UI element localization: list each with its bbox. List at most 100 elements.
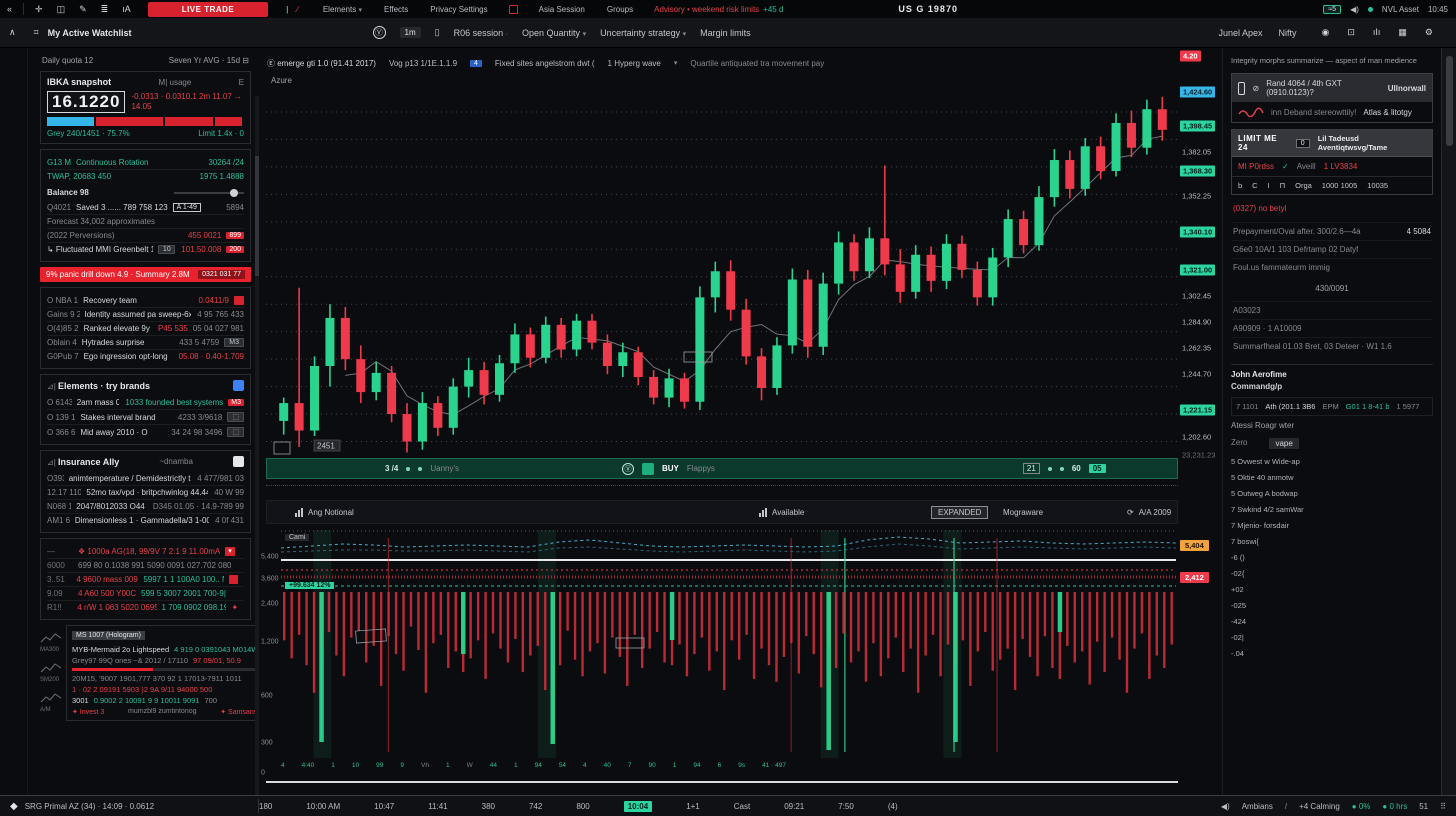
link-nifty[interactable]: Nifty bbox=[1278, 28, 1296, 38]
list-item[interactable]: -025 bbox=[1231, 599, 1433, 612]
list-row[interactable]: O393animtemperature / Demidestrictly tri… bbox=[47, 471, 244, 485]
quantity-selector[interactable]: Open Quantity ▾ bbox=[522, 28, 586, 38]
list-item[interactable]: 5 Oktie 40 anmotw bbox=[1231, 471, 1433, 484]
list-item[interactable]: -6 () bbox=[1231, 551, 1433, 564]
symbol-title[interactable]: Ⓔ emerge gti 1.0 (91.41 2017) bbox=[267, 58, 376, 69]
position-status-bar[interactable]: 3 /4 Uanny's Ⓥ BUY Flappys 21 60 05 bbox=[266, 458, 1178, 479]
ambient-label[interactable]: Ambians bbox=[1242, 802, 1273, 811]
grid-icon[interactable]: ⠿ bbox=[1440, 802, 1446, 811]
balance-slider[interactable] bbox=[174, 192, 244, 194]
list-item[interactable]: -.04 bbox=[1231, 647, 1433, 660]
list-item[interactable]: +02 bbox=[1231, 583, 1433, 596]
blue-checkbox[interactable] bbox=[233, 380, 244, 391]
list-row[interactable]: O 139 1Stakes interval brand4233 3/9618⬚ bbox=[47, 409, 244, 424]
chevron-down-icon[interactable]: ▾ bbox=[674, 59, 678, 67]
list-row[interactable]: O NBA 1Recovery team0.0411/9 bbox=[47, 293, 244, 307]
list-row[interactable]: O 366 6Mid away 2010 · O34 24 98 3496⬚ bbox=[47, 424, 244, 439]
list-item[interactable]: -02| bbox=[1231, 631, 1433, 644]
menu-elements[interactable]: Elements ▾ bbox=[323, 5, 362, 14]
timeframe-label[interactable]: 1 Hyperg wave bbox=[608, 59, 661, 68]
candlestick-chart[interactable]: 2451 bbox=[266, 90, 1178, 458]
list-item[interactable]: -02{ bbox=[1231, 567, 1433, 580]
strategy-info-row[interactable]: 7 1101Ath (201.1 3B6EPMG01 1 8-41 b1 597… bbox=[1231, 397, 1433, 416]
menu-groups[interactable]: Groups bbox=[607, 5, 633, 14]
form-row[interactable]: Summarfheal 01.03 Bret, 03 Deteer · W1 1… bbox=[1231, 337, 1433, 355]
session-selector[interactable]: R06 session · bbox=[454, 28, 508, 38]
form-row[interactable]: Prepayment/Oval after. 300/2.6—4a4 5084 bbox=[1231, 222, 1433, 240]
broker-row-primary[interactable]: ⊘ Rand 4064 / 4th GXT (0910.0123)? Ullno… bbox=[1232, 74, 1432, 102]
list-row[interactable]: G13 MContinuous Rotation30264 /24 bbox=[47, 155, 244, 169]
text-segment: M3 bbox=[224, 338, 244, 347]
speaker-icon[interactable]: ◀) bbox=[1350, 5, 1359, 14]
form-row[interactable]: A90909 · 1 A10009 bbox=[1231, 319, 1433, 337]
indicator-header-item[interactable]: Mograware bbox=[1003, 508, 1043, 517]
tab-limit[interactable]: LIMIT ME 24 bbox=[1238, 134, 1288, 152]
link-apex[interactable]: Junel Apex bbox=[1218, 28, 1262, 38]
text-segment: 700 bbox=[204, 696, 217, 705]
list-row[interactable]: G0Pub 7Ego ingression opt-long05.08 · 0.… bbox=[47, 349, 244, 363]
risk-alert-banner[interactable]: 9% panic drill down 4.9 · Summary 2.8M 0… bbox=[40, 267, 251, 282]
collapse-icon[interactable]: « bbox=[0, 4, 19, 14]
list-row[interactable]: Gains 9 2Identity assumed pa sweep-6x94 … bbox=[47, 307, 244, 321]
list-item[interactable]: 7 boswi{ bbox=[1231, 535, 1433, 548]
chevron-up-icon[interactable]: ∧ bbox=[0, 27, 25, 38]
list-item[interactable]: 5 Ovwest w Wide-ap bbox=[1231, 455, 1433, 468]
alert-checkbox-icon[interactable] bbox=[509, 5, 518, 14]
volume-indicator-chart[interactable] bbox=[281, 530, 1176, 758]
form-row[interactable]: A03023 bbox=[1231, 301, 1433, 319]
watchlist-grid-icon[interactable]: ⌗ bbox=[25, 27, 48, 38]
list-item[interactable]: 7 Mjenio- forsdair bbox=[1231, 519, 1433, 532]
indicator-header-item[interactable]: ⟳A/A 2009 bbox=[1127, 508, 1171, 517]
live-trade-button[interactable]: LIVE TRADE bbox=[148, 2, 269, 17]
list-row[interactable]: Forecast 34,002 approximates bbox=[47, 214, 244, 228]
form-row[interactable]: Foul.us fammateurm immig bbox=[1231, 258, 1433, 276]
time-axis[interactable]: 18010:00 AM10:4711:4138074280010:041+1Ca… bbox=[259, 801, 1184, 812]
speaker-icon[interactable]: ◀) bbox=[1221, 802, 1230, 811]
list-item[interactable]: 5 Outweg A bodwap bbox=[1231, 487, 1433, 500]
daily-quota-label[interactable]: Daily quota 12 bbox=[42, 56, 93, 65]
list-row[interactable]: AM1 6Dimensionless 1 · Gammadella/3 1-00… bbox=[47, 513, 244, 527]
list-row[interactable]: 12.17 11052mo tax/vpd · britpchwinlog 44… bbox=[47, 485, 244, 499]
list-row[interactable]: O(4)85 2Ranked elevate 9yP45 53505 04 02… bbox=[47, 321, 244, 335]
tab-advanced[interactable]: Lil Tadeusd Aventiqtwsvg/Tame bbox=[1318, 134, 1426, 152]
corner-label[interactable]: E bbox=[239, 78, 244, 87]
account-name[interactable]: NVL Asset bbox=[1382, 5, 1419, 14]
right-scrollbar[interactable] bbox=[1441, 48, 1456, 795]
news-card[interactable]: MS 1007 (Hologram) MYB-Mermaid 2o Lights… bbox=[66, 625, 259, 721]
list-row[interactable]: 9.094 A60 500 Y00C599 5 3007 2001 700-9| bbox=[47, 586, 244, 600]
list-row[interactable]: —❖ 1000a AG(18, 99/9V 7 2.1 9 11.00mA▾ bbox=[47, 544, 244, 558]
indicator-header-item[interactable]: Available bbox=[759, 508, 804, 517]
menu-asia-session[interactable]: Asia Session bbox=[539, 5, 585, 14]
strategy-selector[interactable]: Uncertainty strategy ▾ bbox=[600, 28, 686, 38]
list-row[interactable]: N068 12047/8012033 O44 1D345 01.05 · 14.… bbox=[47, 499, 244, 513]
list-row[interactable]: ↳ Fluctuated MMI Greenbelt 1210101.50.00… bbox=[47, 242, 244, 256]
form-row[interactable]: G6e0 10A/1 103 Defrtamp 02 Datyf bbox=[1231, 240, 1433, 258]
list-row[interactable]: 6000699 80 0.1038 991 5090 0091 027.702 … bbox=[47, 558, 244, 572]
list-row[interactable]: O 6143 12am mass 01911033 founded best s… bbox=[47, 395, 244, 409]
margin-selector[interactable]: Margin limits bbox=[700, 28, 751, 38]
latency-chip[interactable]: ≈5 bbox=[1323, 5, 1341, 14]
watchlist-name[interactable]: My Active Watchlist bbox=[48, 28, 132, 38]
menu-effects[interactable]: Effects bbox=[384, 5, 408, 14]
indicator-header-item[interactable]: Ang Notional bbox=[295, 508, 354, 517]
list-item[interactable]: -424 bbox=[1231, 615, 1433, 628]
timeframe-pill[interactable]: 1m bbox=[400, 27, 421, 38]
list-row[interactable]: Oblain 4Hytrades surprise433 5 4759M3 bbox=[47, 335, 244, 349]
price-axis[interactable]: 4.201,424.601,398.451,382.051,368.301,35… bbox=[1179, 48, 1222, 518]
list-row[interactable]: TWAP, 20683 4501975 1.4888 bbox=[47, 169, 244, 183]
trend-pen-icon[interactable]: ∕ bbox=[297, 5, 298, 14]
broker-row-secondary[interactable]: inn Deband stereowttily! Atlas & litotgy bbox=[1232, 102, 1432, 122]
list-row[interactable]: R1!!4 r/W 1 063 5020 06951 709 0902 098.… bbox=[47, 600, 244, 614]
indicator-header-item[interactable]: EXPANDED bbox=[931, 506, 988, 519]
pair-value[interactable]: vape bbox=[1269, 438, 1298, 449]
avg-label[interactable]: Seven Yr AVG · 15d ⊟ bbox=[169, 56, 249, 65]
list-item[interactable]: 7 Swkind 4/2 samWar bbox=[1231, 503, 1433, 516]
menu-privacy[interactable]: Privacy Settings bbox=[430, 5, 487, 14]
list-row[interactable]: Q4021Saved 3 ...... 789 758 123A 1-49589… bbox=[47, 200, 244, 214]
list-row[interactable]: 3..514 9600 mass 00915997 1 1 100A0 100.… bbox=[47, 572, 244, 586]
list-row[interactable]: (2022 Perversions)455 0021899 bbox=[47, 228, 244, 242]
white-checkbox[interactable] bbox=[233, 456, 244, 467]
mode-label[interactable]: +4 Calming bbox=[1299, 802, 1340, 811]
alerts-chip[interactable]: 4 bbox=[470, 60, 482, 67]
price-axis-label: 1,424.60 bbox=[1180, 87, 1215, 98]
